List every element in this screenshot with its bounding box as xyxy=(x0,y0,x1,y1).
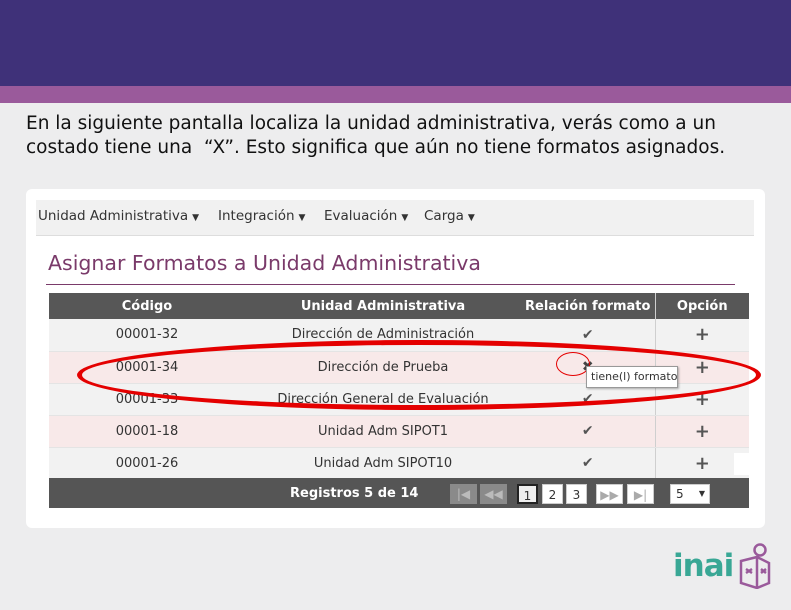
plus-icon[interactable]: + xyxy=(695,453,710,474)
page-size-value: 5 xyxy=(676,487,684,501)
nav-item-label: Integración xyxy=(218,208,295,224)
inai-person-icon xyxy=(739,543,771,589)
column-header-codigo[interactable]: Código xyxy=(49,293,245,319)
previous-page-icon[interactable]: ◀◀ xyxy=(480,484,507,504)
top-nav: Unidad Administrativa ▼ Integración ▼ Eval… xyxy=(36,200,754,236)
check-icon: ✔ xyxy=(581,326,594,343)
check-icon: ✔ xyxy=(581,455,594,471)
caption-line-2: costado tiene una “X”. Esto significa qu… xyxy=(26,137,726,158)
cell-relacion: ✔ xyxy=(521,447,655,480)
next-page-icon[interactable]: ▶▶ xyxy=(596,484,623,504)
page-button-3[interactable]: 3 xyxy=(566,484,587,504)
page-button-2[interactable]: 2 xyxy=(542,484,563,504)
header-banner xyxy=(0,0,791,86)
cell-relacion: ✔ xyxy=(521,415,655,448)
inai-logo: inai xyxy=(673,548,734,584)
nav-item-evaluacion[interactable]: Evaluación ▼ xyxy=(324,208,408,224)
page-title: Asignar Formatos a Unidad Administrativa xyxy=(48,251,481,275)
table-row: 00001-26 Unidad Adm SIPOT10 ✔ + xyxy=(49,447,749,480)
caret-down-icon: ▼ xyxy=(192,213,200,223)
cell-codigo: 00001-18 xyxy=(49,415,245,448)
scroll-edge xyxy=(734,453,750,475)
table-header-row: Código Unidad Administrativa Relación fo… xyxy=(49,293,749,319)
header-stripe xyxy=(0,86,791,103)
column-header-unidad[interactable]: Unidad Administrativa xyxy=(245,293,521,319)
records-count: Registros 5 de 14 xyxy=(290,486,419,501)
last-page-icon[interactable]: ▶| xyxy=(627,484,654,504)
plus-icon[interactable]: + xyxy=(695,421,710,442)
column-header-opcion[interactable]: Opción xyxy=(654,293,749,319)
nav-item-carga[interactable]: Carga ▼ xyxy=(424,208,475,224)
first-page-icon[interactable]: |◀ xyxy=(450,484,477,504)
page-size-select[interactable]: 5 ▼ xyxy=(670,484,710,504)
nav-item-unidad-administrativa[interactable]: Unidad Administrativa ▼ xyxy=(38,208,199,224)
title-divider xyxy=(46,284,735,285)
caret-down-icon: ▼ xyxy=(698,489,705,498)
caret-down-icon: ▼ xyxy=(401,213,409,223)
page-button-1[interactable]: 1 xyxy=(517,484,538,504)
instruction-caption: En la siguiente pantalla localiza la uni… xyxy=(26,112,776,160)
nav-item-label: Unidad Administrativa xyxy=(38,208,189,224)
check-icon: ✔ xyxy=(581,423,594,439)
cell-opcion: + xyxy=(654,415,749,448)
cell-codigo: 00001-26 xyxy=(49,447,245,480)
plus-icon[interactable]: + xyxy=(695,324,710,345)
highlight-ellipse xyxy=(77,340,761,410)
cell-opcion: + xyxy=(654,319,749,352)
nav-item-label: Carga xyxy=(424,208,464,224)
caption-line-1: En la siguiente pantalla localiza la uni… xyxy=(26,113,716,134)
column-header-relacion[interactable]: Relación formato xyxy=(521,293,655,319)
cell-unidad: Unidad Adm SIPOT1 xyxy=(245,415,521,448)
nav-item-integracion[interactable]: Integración ▼ xyxy=(218,208,305,224)
caret-down-icon: ▼ xyxy=(467,213,475,223)
cell-unidad: Unidad Adm SIPOT10 xyxy=(245,447,521,480)
table-row: 00001-18 Unidad Adm SIPOT1 ✔ + xyxy=(49,415,749,448)
nav-item-label: Evaluación xyxy=(324,208,398,224)
caret-down-icon: ▼ xyxy=(298,213,306,223)
